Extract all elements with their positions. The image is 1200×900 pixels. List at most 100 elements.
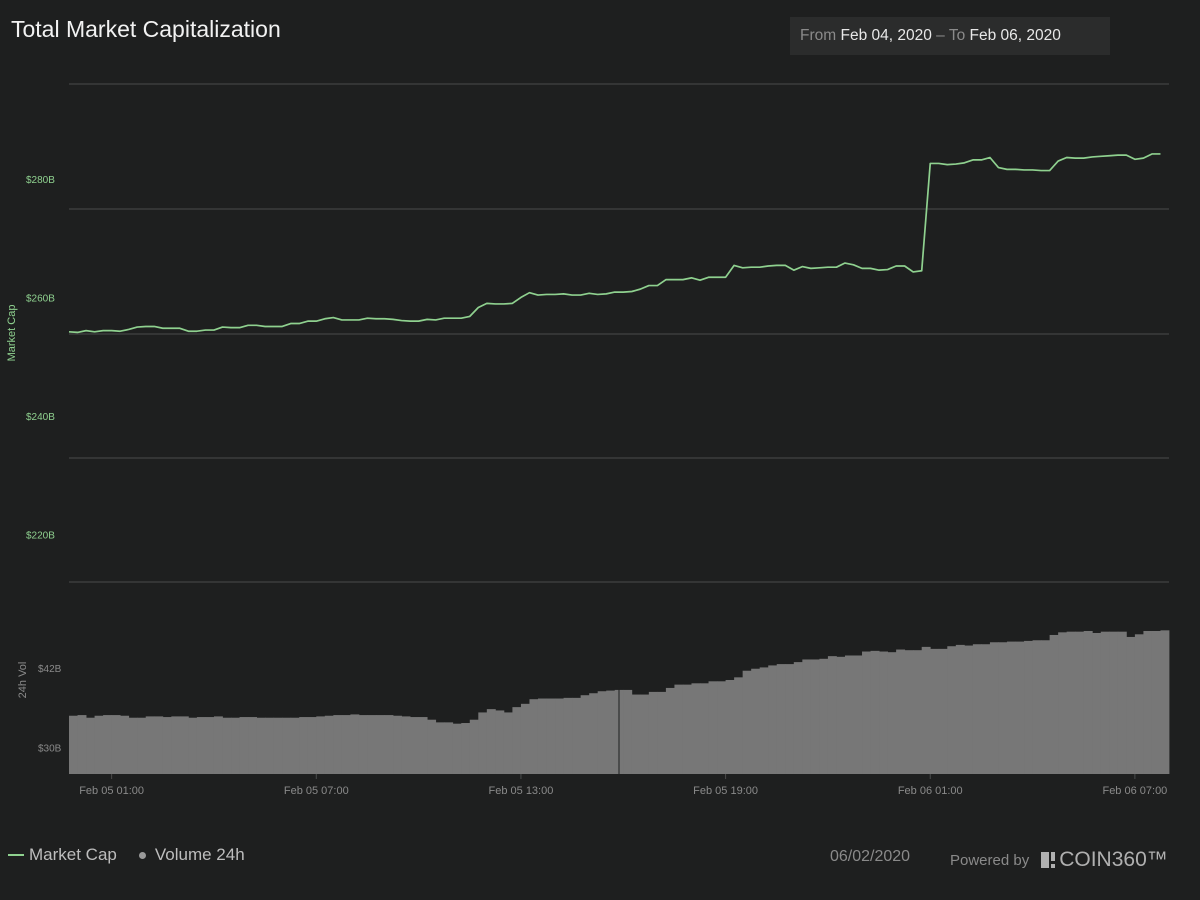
market-cap-axis-title: Market Cap <box>6 305 18 362</box>
volume-bar <box>1109 631 1119 774</box>
volume-bar <box>921 646 931 774</box>
volume-bar <box>947 646 957 774</box>
x-tick-label: Feb 06 07:00 <box>1102 785 1167 797</box>
volume-bar <box>103 715 113 774</box>
volume-bar <box>682 684 692 774</box>
x-tick-label: Feb 05 13:00 <box>489 785 554 797</box>
volume-bar <box>213 716 223 774</box>
volume-bar <box>77 715 87 774</box>
volume-bar <box>248 717 257 774</box>
volume-bar <box>469 719 479 774</box>
volume-bar <box>1066 631 1076 774</box>
volume-bar <box>810 659 820 774</box>
volume-bar <box>461 723 471 774</box>
volume-bar <box>1134 634 1144 774</box>
volume-bar <box>435 722 445 774</box>
volume-bar <box>1041 640 1051 774</box>
volume-bar <box>1049 634 1059 774</box>
volume-bar <box>529 699 539 774</box>
volume-bar <box>341 715 351 774</box>
volume-bar <box>307 717 317 774</box>
volume-bar <box>179 716 189 774</box>
volume-bar <box>239 717 249 774</box>
volume-bar <box>1058 632 1068 774</box>
volume-bar <box>580 695 590 774</box>
legend-volume[interactable]: Volume 24h <box>155 845 245 865</box>
volume-bar <box>265 717 275 774</box>
volume-bar <box>393 715 402 774</box>
volume-bar <box>665 687 675 774</box>
volume-bar <box>137 717 147 774</box>
volume-bar <box>350 714 360 774</box>
volume-bar <box>1100 631 1110 774</box>
volume-bar <box>1024 640 1033 774</box>
powered-by: Powered by COIN360™ <box>950 848 1168 872</box>
volume-bar <box>171 716 181 774</box>
volume-bar <box>819 658 829 774</box>
market-cap-chart[interactable]: $220B $240B $260B $280B $30B $42B Market Cap 24… <box>0 0 1200 840</box>
volume-bar <box>640 694 650 774</box>
volume-bar <box>776 664 786 774</box>
volume-bar <box>145 716 155 774</box>
volume-bar <box>375 715 385 774</box>
volume-bar <box>384 715 394 774</box>
volume-bar <box>913 650 923 774</box>
volume-bar <box>657 691 667 774</box>
volume-bar <box>879 651 889 774</box>
volume-bar <box>955 644 965 774</box>
coin360-logo[interactable]: COIN360™ <box>1041 848 1168 872</box>
legend-market-cap[interactable]: Market Cap <box>29 845 117 865</box>
volume-bar <box>162 717 172 774</box>
volume-bar <box>358 715 368 774</box>
volume-bar <box>495 710 505 774</box>
market-cap-series-line <box>68 153 1161 334</box>
volume-bar <box>256 717 266 774</box>
volume-tick-label: $30B <box>38 744 62 755</box>
volume-bar <box>870 650 880 774</box>
volume-bar <box>785 664 795 774</box>
volume-bar <box>972 644 982 774</box>
legend: Market Cap Volume 24h <box>8 845 245 865</box>
volume-bar <box>205 717 215 774</box>
volume-bar <box>546 698 556 774</box>
volume-bar <box>231 717 240 774</box>
volume-bar <box>930 648 940 774</box>
volume-bar <box>793 662 803 774</box>
volume-bar <box>94 715 104 774</box>
volume-bar <box>427 719 437 774</box>
volume-bar <box>410 717 420 774</box>
volume-bar <box>742 670 752 774</box>
volume-bar <box>418 717 428 774</box>
volume-bar <box>401 716 411 774</box>
volume-bar <box>222 717 232 774</box>
volume-bar <box>1015 641 1025 774</box>
volume-bar <box>478 712 488 774</box>
volume-bar <box>520 703 530 774</box>
volume-bar <box>802 659 812 774</box>
volume-bar <box>717 681 726 774</box>
volume-bar <box>120 715 130 774</box>
volume-bar <box>964 645 974 774</box>
volume-bar <box>768 665 778 774</box>
volume-bar <box>1126 636 1136 774</box>
volume-tick-label: $42B <box>38 664 62 675</box>
volume-bar <box>273 717 283 774</box>
volume-bar <box>188 717 198 774</box>
volume-bar <box>674 684 684 774</box>
powered-by-label: Powered by <box>950 851 1030 869</box>
volume-bar <box>844 655 854 774</box>
volume-bar <box>324 715 334 774</box>
volume-bar <box>904 650 914 774</box>
volume-bar <box>700 683 709 774</box>
volume-bar <box>938 648 948 774</box>
volume-bar <box>887 652 897 774</box>
volume-bar <box>111 715 121 774</box>
x-tick-label: Feb 06 01:00 <box>898 785 963 797</box>
volume-bar <box>452 723 462 774</box>
market-cap-tick-label: $280B <box>26 175 55 186</box>
volume-bar <box>367 715 377 774</box>
volume-bar <box>853 655 863 774</box>
coin360-logo-icon <box>1041 852 1057 868</box>
volume-bar <box>196 717 206 774</box>
volume-bar <box>444 722 454 774</box>
